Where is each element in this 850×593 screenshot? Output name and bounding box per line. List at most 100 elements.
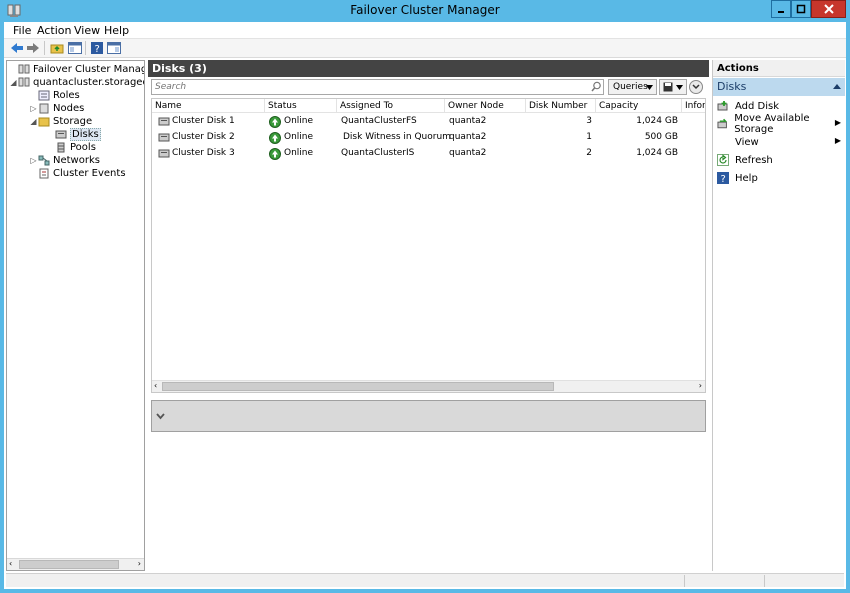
disk-capacity: 1,024 GB (636, 116, 678, 126)
pane-title: Disks (3) (148, 60, 709, 77)
show-hide-tree-button[interactable] (66, 40, 83, 56)
title-bar[interactable]: Failover Cluster Manager (0, 0, 850, 22)
table-row[interactable]: Cluster Disk 1 Online QuantaClusterFS qu… (152, 114, 705, 130)
column-headers: Name Status Assigned To Owner Node Disk … (152, 99, 705, 113)
tree-item-pools[interactable]: Pools (46, 141, 96, 154)
cluster-manager-icon (18, 64, 30, 74)
tree-item-networks[interactable]: ▷ Networks (29, 154, 100, 167)
column-header-disk-number[interactable]: Disk Number (526, 99, 596, 113)
expand-triangle-icon[interactable]: ▷ (29, 104, 38, 113)
action-label: View (735, 136, 759, 148)
collapse-triangle-icon[interactable]: ◢ (9, 78, 18, 87)
help-icon: ? (90, 42, 103, 54)
collapse-triangle-icon[interactable]: ◢ (29, 117, 38, 126)
forward-button[interactable] (24, 40, 41, 56)
action-help[interactable]: ? Help (713, 169, 845, 187)
tree-item-label: Failover Cluster Manager (33, 64, 144, 75)
column-header-status[interactable]: Status (265, 99, 337, 113)
search-icon[interactable] (591, 81, 602, 92)
roles-icon (38, 90, 50, 101)
tree-item-disks[interactable]: Disks (46, 128, 101, 141)
toolbar-separator (44, 41, 45, 55)
disk-assigned-to: Disk Witness in Quorum (343, 132, 451, 142)
disk-status: Online (284, 132, 314, 142)
refresh-icon (717, 154, 729, 166)
online-status-icon (269, 132, 281, 144)
column-header-capacity[interactable]: Capacity (596, 99, 682, 113)
list-horizontal-scrollbar[interactable]: ‹ › (152, 380, 705, 392)
expand-search-button[interactable] (689, 80, 703, 94)
disk-capacity: 1,024 GB (636, 148, 678, 158)
tree-item-storage[interactable]: ◢ Storage (29, 115, 92, 128)
submenu-arrow-icon: ▶ (834, 118, 841, 127)
action-refresh[interactable]: Refresh (713, 151, 845, 169)
tree-item-nodes[interactable]: ▷ Nodes (29, 102, 84, 115)
tree-horizontal-scrollbar[interactable]: ‹ › (7, 558, 144, 570)
disk-icon (158, 149, 170, 158)
disk-icon (158, 133, 170, 142)
table-row[interactable]: Cluster Disk 3 Online QuantaClusterIS qu… (152, 146, 705, 162)
back-arrow-icon (10, 43, 23, 53)
save-query-button[interactable] (659, 79, 687, 95)
storage-folder-icon (38, 117, 50, 127)
tree-item-events[interactable]: Cluster Events (29, 167, 126, 180)
collapse-up-icon (833, 84, 841, 89)
disks-list: Name Status Assigned To Owner Node Disk … (151, 98, 706, 393)
minimize-button[interactable] (771, 0, 791, 18)
scroll-left-icon[interactable]: ‹ (154, 381, 157, 390)
console-tree-icon (67, 42, 82, 54)
action-view[interactable]: View ▶ (713, 133, 845, 151)
disk-status: Online (284, 116, 314, 126)
actions-group-disks[interactable]: Disks (713, 78, 845, 96)
tree-item-roles[interactable]: Roles (29, 89, 80, 102)
action-label: Refresh (735, 154, 773, 166)
action-label: Add Disk (735, 100, 780, 112)
client-area: File Action View Help ? Failover Cluster… (4, 22, 846, 589)
expand-triangle-icon[interactable]: ▷ (29, 156, 38, 165)
scroll-right-icon[interactable]: › (138, 559, 141, 568)
show-action-pane-button[interactable] (105, 40, 122, 56)
menu-help[interactable]: Help (104, 24, 129, 37)
back-button[interactable] (8, 40, 25, 56)
up-folder-button[interactable] (48, 40, 65, 56)
close-button[interactable] (811, 0, 846, 18)
scroll-left-icon[interactable]: ‹ (9, 559, 12, 568)
tree-item-root[interactable]: Failover Cluster Manager (9, 63, 144, 76)
disk-assigned-to: QuantaClusterIS (341, 148, 415, 158)
add-disk-icon (717, 101, 728, 111)
action-label: Move Available Storage (734, 113, 810, 135)
disk-status: Online (284, 148, 314, 158)
search-input[interactable] (151, 79, 604, 95)
column-header-information[interactable]: Informa (682, 99, 705, 113)
status-separator (684, 575, 685, 587)
scroll-right-icon[interactable]: › (699, 381, 702, 390)
help-toolbar-button[interactable]: ? (88, 40, 105, 56)
chevron-down-icon[interactable] (156, 413, 165, 420)
tree-item-cluster[interactable]: ◢ quantacluster.storagedoma (9, 76, 144, 89)
online-status-icon (269, 116, 281, 128)
tree-item-label: Roles (53, 90, 80, 101)
queries-button[interactable]: Queries (608, 79, 657, 95)
table-row[interactable]: Cluster Disk 2 Online Disk Witness in Qu… (152, 130, 705, 146)
menu-view[interactable]: View (74, 24, 100, 37)
folder-up-icon (50, 44, 63, 54)
forward-arrow-icon (26, 43, 39, 53)
column-header-owner-node[interactable]: Owner Node (445, 99, 526, 113)
action-move-available-storage[interactable]: Move Available Storage ▶ (713, 113, 845, 135)
close-icon (823, 4, 834, 14)
toolbar-separator (85, 41, 86, 55)
column-header-assigned-to[interactable]: Assigned To (337, 99, 445, 113)
chevron-down-icon (676, 84, 683, 90)
menu-file[interactable]: File (13, 24, 31, 37)
scroll-thumb[interactable] (19, 560, 119, 569)
status-separator (764, 575, 765, 587)
column-header-name[interactable]: Name (152, 99, 265, 113)
events-icon (39, 168, 49, 179)
menu-action[interactable]: Action (37, 24, 71, 37)
scroll-thumb[interactable] (162, 382, 554, 391)
networks-icon (38, 155, 50, 166)
nodes-icon (39, 103, 49, 114)
submenu-arrow-icon: ▶ (834, 136, 841, 145)
tree-item-label: Disks (70, 128, 101, 141)
maximize-button[interactable] (791, 0, 811, 18)
